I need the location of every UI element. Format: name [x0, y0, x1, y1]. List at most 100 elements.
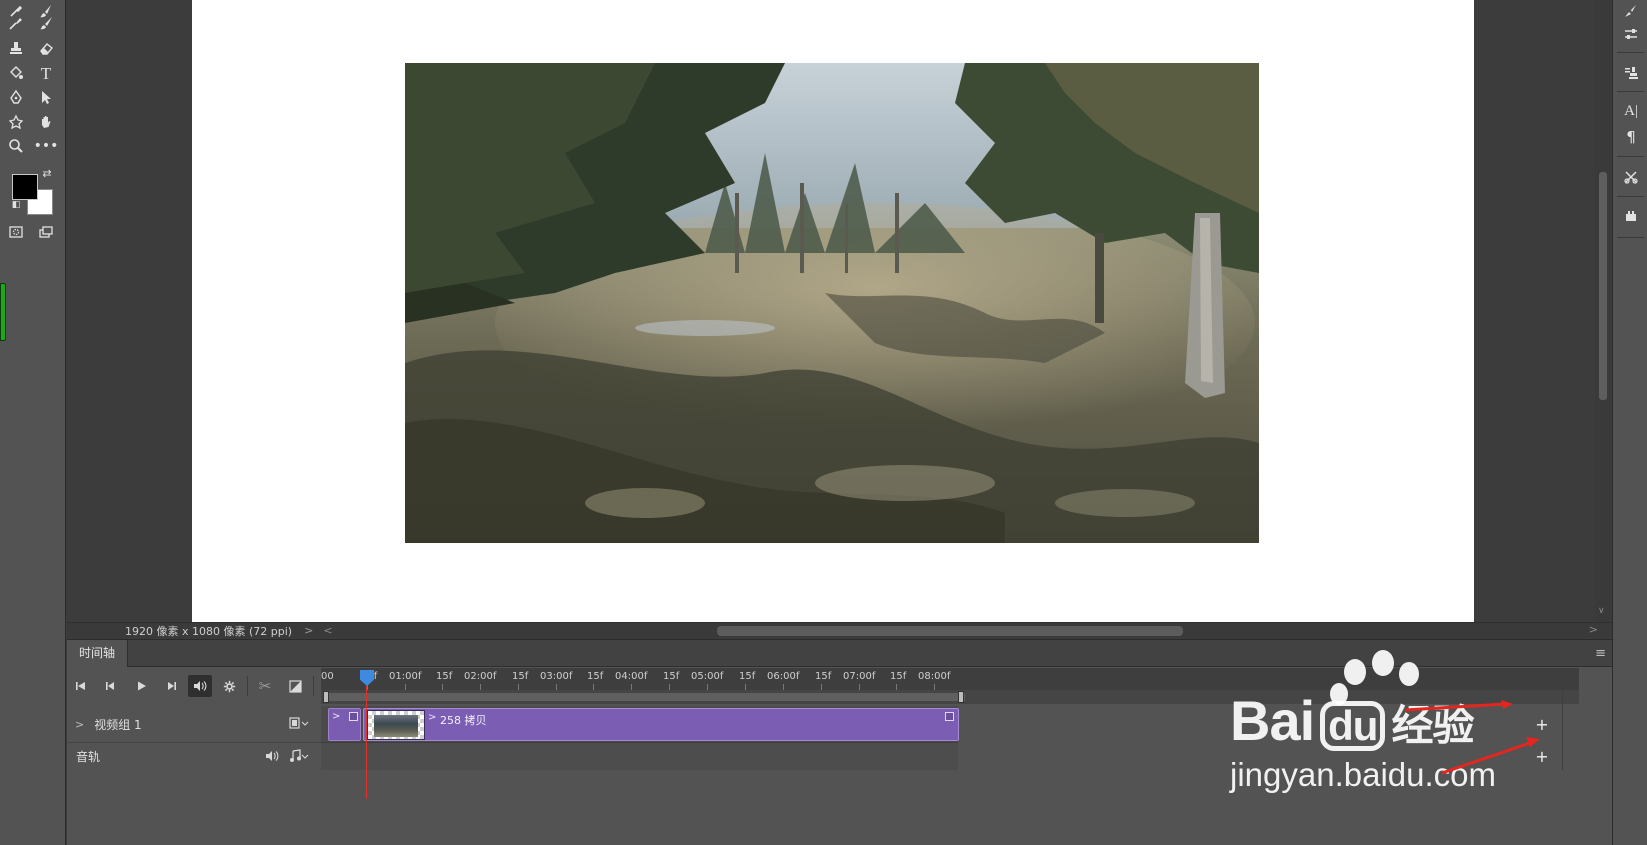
- eraser-icon[interactable]: [34, 37, 58, 59]
- timeline-tab-bar: 时间轴 ≡: [67, 640, 1612, 667]
- audio-track-row: [321, 742, 958, 770]
- go-to-first-frame-icon[interactable]: [69, 675, 93, 697]
- film-strip-icon[interactable]: [289, 716, 309, 733]
- split-scissors-icon[interactable]: ✂: [253, 675, 277, 697]
- playhead-line: [366, 686, 367, 799]
- video-track-header[interactable]: > 视频组 1: [67, 706, 321, 742]
- panel-separator: [1617, 237, 1644, 238]
- ruler-label: 04:00f: [615, 671, 648, 682]
- document-dimensions[interactable]: 1920 像素 x 1080 像素 (72 ppi): [125, 623, 292, 639]
- add-media-video-button[interactable]: +: [1532, 714, 1552, 734]
- panel-menu-icon[interactable]: ≡: [1595, 646, 1606, 661]
- video-group-block[interactable]: >: [328, 708, 361, 741]
- ruler-label: 02:00f: [464, 671, 497, 682]
- annotation-arrow: [1405, 700, 1513, 712]
- panel-separator: [1617, 52, 1644, 53]
- panel-separator: [1617, 156, 1644, 157]
- tab-timeline[interactable]: 时间轴: [67, 640, 129, 667]
- paragraph-icon[interactable]: ¶: [1619, 126, 1643, 148]
- horizontal-scroll-thumb[interactable]: [717, 626, 1183, 636]
- work-area-bar[interactable]: [321, 690, 1579, 704]
- annotation-arrow: [1441, 737, 1540, 775]
- more-icon[interactable]: •••: [34, 135, 59, 157]
- audio-track-name: 音轨: [76, 750, 101, 764]
- controls-separator: [247, 676, 248, 696]
- clone-source-icon[interactable]: [1619, 62, 1643, 84]
- shape-icon[interactable]: [4, 111, 28, 133]
- panel-separator: [1617, 91, 1644, 92]
- hand-icon[interactable]: [34, 111, 58, 133]
- ruler-label: 01:00f: [389, 671, 422, 682]
- clip-thumbnail: [367, 710, 425, 740]
- time-ruler[interactable]: 00 15f 01:00f 15f 02:00f 15f 03:00f 15f …: [321, 668, 1579, 690]
- vertical-scroll-thumb[interactable]: [1599, 172, 1607, 400]
- chevron-down-icon[interactable]: ∨: [1598, 606, 1605, 616]
- audio-icon[interactable]: [188, 675, 212, 697]
- ruler-label: 15f: [890, 671, 907, 682]
- park-scene-image: [405, 63, 1259, 543]
- zoom-icon[interactable]: [4, 135, 28, 157]
- previous-frame-icon[interactable]: [99, 675, 123, 697]
- settings-gear-icon[interactable]: [217, 675, 241, 697]
- foreground-color-swatch[interactable]: [12, 174, 38, 200]
- selection-arrow-icon[interactable]: [34, 86, 58, 108]
- chevron-right-icon[interactable]: >: [428, 712, 436, 723]
- tools-panel: T ••• ⇄ ◧: [0, 0, 66, 845]
- swap-colors-icon[interactable]: ⇄: [40, 166, 54, 180]
- ruler-label: 15f: [815, 671, 832, 682]
- ruler-label: 07:00f: [843, 671, 876, 682]
- video-frame-photo: [405, 63, 1259, 543]
- brush-settings-icon[interactable]: [1619, 0, 1643, 22]
- vertical-scrollbar[interactable]: ∨: [1595, 0, 1611, 622]
- document-canvas[interactable]: [192, 0, 1474, 622]
- tools-icon[interactable]: [1619, 166, 1643, 188]
- audio-track-header[interactable]: 音轨: [67, 742, 321, 770]
- video-track-name: 视频组 1: [94, 717, 142, 732]
- transition-icon[interactable]: [283, 675, 307, 697]
- screen-mode-icon[interactable]: [34, 221, 58, 243]
- chevron-left-icon[interactable]: <: [323, 624, 332, 637]
- ruler-label: 15f: [587, 671, 604, 682]
- controls-separator: [313, 676, 314, 696]
- video-clip[interactable]: > 258 拷贝: [363, 708, 959, 741]
- quick-mask-icon[interactable]: [4, 221, 28, 243]
- timeline-panel: 时间轴 ≡ ✂ 00 01:00f 15f 02:00f 15f 03:00f …: [67, 639, 1612, 845]
- plugin-icon[interactable]: [1619, 205, 1643, 227]
- work-area-start-handle[interactable]: [323, 691, 329, 703]
- panels-dock: A| ¶: [1612, 0, 1647, 845]
- ruler-label: 03:00f: [540, 671, 573, 682]
- ruler-label: 15f: [663, 671, 680, 682]
- type-icon[interactable]: T: [34, 62, 58, 84]
- adjustments-icon[interactable]: [1619, 23, 1643, 45]
- play-icon[interactable]: [129, 675, 153, 697]
- brush-icon[interactable]: [34, 12, 58, 34]
- clip-name: 258 拷贝: [440, 714, 487, 727]
- chevron-right-icon[interactable]: >: [75, 718, 84, 731]
- character-icon[interactable]: A|: [1619, 100, 1643, 122]
- ruler-label: 15f: [739, 671, 756, 682]
- ruler-label: 06:00f: [767, 671, 800, 682]
- fill-icon[interactable]: [4, 62, 28, 84]
- memory-indicator: [0, 283, 6, 341]
- ruler-label: 00: [321, 671, 334, 682]
- chevron-right-icon[interactable]: >: [1589, 623, 1598, 636]
- work-area-range: [329, 693, 965, 701]
- photoshop-window: T ••• ⇄ ◧ ∨ A| ¶ 1920 像素 x 1080 像素 (72 p…: [0, 0, 1647, 845]
- clip-thumbnail-image: [374, 715, 418, 737]
- stamp-icon[interactable]: [4, 37, 28, 59]
- default-colors-icon[interactable]: ◧: [10, 199, 22, 211]
- clip-start-icon[interactable]: [349, 712, 358, 721]
- work-area-end-handle[interactable]: [958, 691, 964, 703]
- eyedropper-icon[interactable]: [4, 12, 28, 34]
- music-note-icon[interactable]: [289, 749, 309, 766]
- panel-separator: [1617, 196, 1644, 197]
- playback-controls: ✂: [67, 668, 327, 704]
- audio-mute-icon[interactable]: [264, 750, 280, 765]
- clip-end-icon[interactable]: [945, 712, 954, 721]
- ruler-label: 08:00f: [918, 671, 951, 682]
- pen-icon[interactable]: [4, 86, 28, 108]
- document-canvas-area: [67, 0, 1595, 622]
- chevron-right-icon[interactable]: >: [332, 711, 340, 722]
- next-frame-icon[interactable]: [159, 675, 183, 697]
- chevron-right-icon[interactable]: >: [304, 624, 313, 637]
